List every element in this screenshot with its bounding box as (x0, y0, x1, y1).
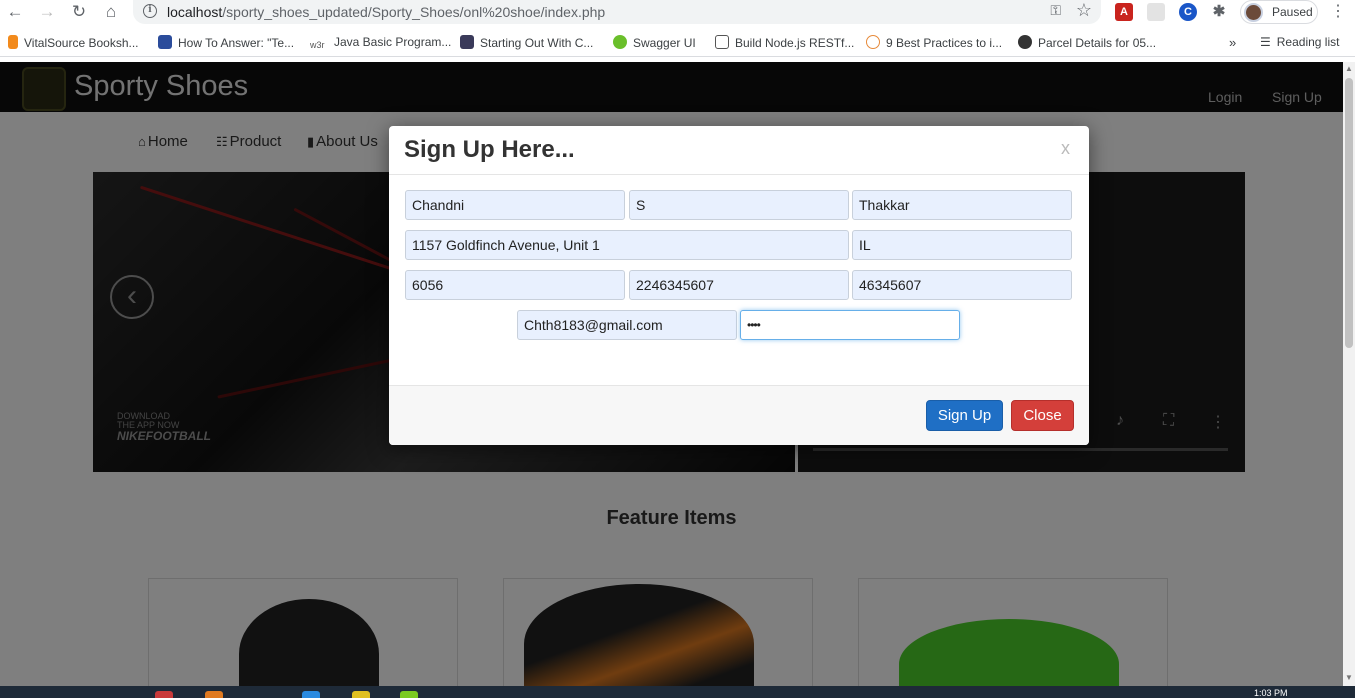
os-taskbar: 1:03 PM (0, 686, 1355, 698)
site-info-icon[interactable]: i (143, 4, 157, 18)
bookmarks-bar: VitalSource Booksh... How To Answer: "Te… (0, 29, 1355, 57)
bookmark-item[interactable]: w3r Java Basic Program... (310, 35, 451, 54)
zip-field[interactable]: 6056 (405, 270, 625, 300)
bookmark-favicon-icon (8, 35, 18, 49)
password-field[interactable]: •••• (740, 310, 960, 340)
bookmark-favicon-icon: w3r (310, 40, 328, 54)
bookmark-label: Build Node.js RESTf... (735, 36, 855, 50)
bookmark-label: Swagger UI (633, 36, 696, 50)
taskbar-app-icon[interactable] (155, 691, 173, 698)
bookmark-label: 9 Best Practices to i... (886, 36, 1003, 50)
bookmark-favicon-icon (460, 35, 474, 49)
url-host: localhost (167, 4, 223, 20)
key-icon[interactable]: ⚿ (1050, 2, 1061, 19)
pdf-extension-icon[interactable]: A (1115, 3, 1133, 21)
bookmark-item[interactable]: Parcel Details for 05... (1018, 35, 1156, 50)
taskbar-app-icon[interactable] (400, 691, 418, 698)
bookmark-favicon-icon (158, 35, 172, 49)
url-path: /sporty_shoes_updated/Sporty_Shoes/onl%2… (222, 4, 606, 20)
bookmark-star-icon[interactable]: ☆ (1076, 0, 1092, 21)
last-name-field[interactable]: Thakkar (852, 190, 1072, 220)
address-bar[interactable]: i localhost/sporty_shoes_updated/Sporty_… (133, 0, 1101, 24)
close-button[interactable]: Close (1011, 400, 1074, 431)
bookmark-favicon-icon (715, 35, 729, 49)
address-field[interactable]: 1157 Goldfinch Avenue, Unit 1 (405, 230, 849, 260)
taskbar-app-icon[interactable] (352, 691, 370, 698)
taskbar-app-icon[interactable] (205, 691, 223, 698)
reading-list-icon: ☰ (1260, 35, 1271, 49)
profile-status: Paused (1272, 5, 1313, 19)
page-scrollbar[interactable]: ▲ ▼ (1343, 62, 1355, 686)
reload-icon[interactable]: ↻ (68, 1, 90, 23)
scrollbar-thumb[interactable] (1345, 78, 1353, 348)
home-icon[interactable]: ⌂ (100, 1, 122, 23)
modal-header: Sign Up Here... x (389, 126, 1089, 175)
bookmark-label: Starting Out With C... (480, 36, 594, 50)
browser-toolbar: ← → ↻ ⌂ i localhost/sporty_shoes_updated… (0, 0, 1355, 24)
state-field[interactable]: IL (852, 230, 1072, 260)
extension-icon[interactable] (1147, 3, 1165, 21)
bookmark-favicon-icon (866, 35, 880, 49)
bookmark-item[interactable]: Build Node.js RESTf... (715, 35, 854, 50)
phone-field[interactable]: 2246345607 (629, 270, 849, 300)
alt-phone-field[interactable]: 46345607 (852, 270, 1072, 300)
signup-modal: Sign Up Here... x Chandni S Thakkar 1157… (389, 126, 1089, 445)
reading-list-button[interactable]: ☰ Reading list (1260, 35, 1339, 49)
modal-footer: Sign Up Close (389, 385, 1089, 445)
bookmark-label: How To Answer: "Te... (178, 36, 295, 50)
browser-menu-icon[interactable]: ⋮ (1330, 1, 1346, 21)
middle-name-field[interactable]: S (629, 190, 849, 220)
bookmark-item[interactable]: VitalSource Booksh... (8, 35, 139, 50)
modal-title: Sign Up Here... (404, 136, 575, 163)
scroll-down-icon[interactable]: ▼ (1345, 673, 1353, 682)
profile-button[interactable]: Paused (1240, 0, 1318, 24)
bookmark-item[interactable]: How To Answer: "Te... (158, 35, 294, 50)
taskbar-clock: 1:03 PM (1254, 688, 1288, 698)
more-bookmarks-icon[interactable]: » (1229, 35, 1236, 50)
close-icon[interactable]: x (1061, 138, 1070, 159)
back-arrow-icon[interactable]: ← (4, 1, 26, 23)
email-field[interactable]: Chth8183@gmail.com (517, 310, 737, 340)
url-text[interactable]: localhost/sporty_shoes_updated/Sporty_Sh… (167, 4, 605, 20)
taskbar-app-icon[interactable] (302, 691, 320, 698)
avatar (1244, 3, 1263, 22)
puzzle-extensions-icon[interactable]: ✱ (1210, 3, 1228, 21)
bookmark-label: Java Basic Program... (334, 35, 452, 49)
bookmark-item[interactable]: Starting Out With C... (460, 35, 593, 50)
bookmark-favicon-icon (1018, 35, 1032, 49)
bookmark-label: Parcel Details for 05... (1038, 36, 1157, 50)
scroll-up-icon[interactable]: ▲ (1345, 64, 1353, 73)
first-name-field[interactable]: Chandni (405, 190, 625, 220)
forward-arrow-icon[interactable]: → (36, 1, 58, 23)
signup-button[interactable]: Sign Up (926, 400, 1003, 431)
extension-badge-icon[interactable]: C (1179, 3, 1197, 21)
bookmark-label: VitalSource Booksh... (24, 36, 139, 50)
reading-list-label: Reading list (1276, 35, 1340, 49)
bookmark-favicon-icon (613, 35, 627, 49)
bookmark-item[interactable]: Swagger UI (613, 35, 696, 50)
bookmark-item[interactable]: 9 Best Practices to i... (866, 35, 1002, 50)
